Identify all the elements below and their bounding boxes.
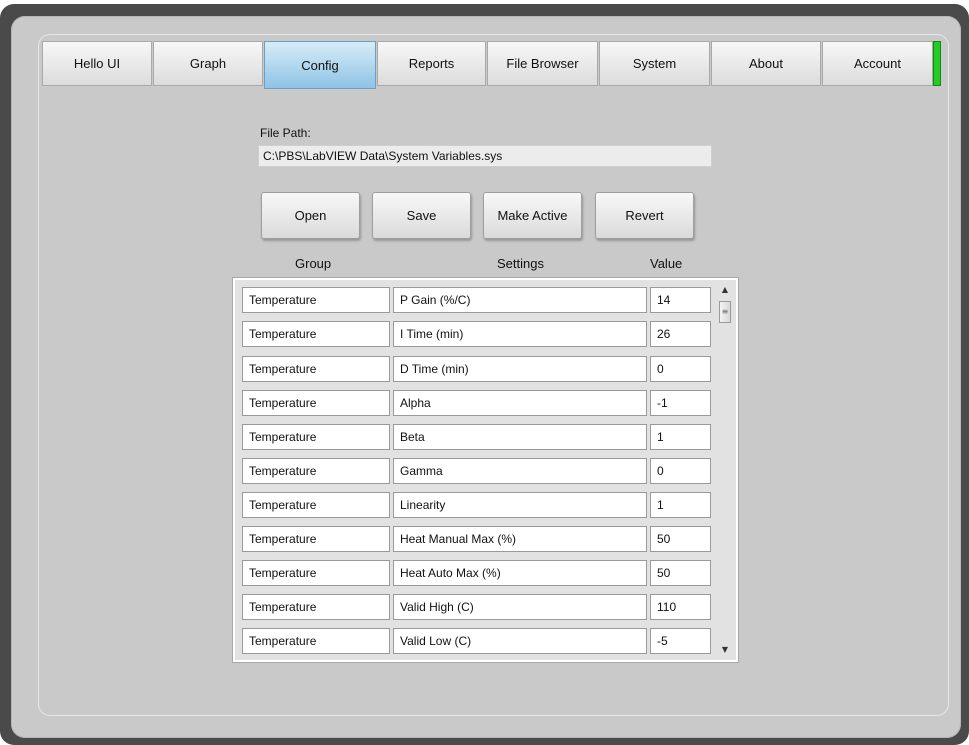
- revert-button[interactable]: Revert: [595, 192, 694, 239]
- value-cell[interactable]: 1: [650, 424, 711, 450]
- group-cell[interactable]: Temperature: [242, 628, 390, 654]
- file-path-field[interactable]: C:\PBS\LabVIEW Data\System Variables.sys: [258, 145, 712, 167]
- setting-cell[interactable]: Heat Auto Max (%): [393, 560, 647, 586]
- file-path-label: File Path:: [260, 126, 311, 140]
- tab-account[interactable]: Account: [822, 41, 933, 86]
- column-header-value: Value: [650, 256, 683, 271]
- value-cell[interactable]: 0: [650, 458, 711, 484]
- setting-cell[interactable]: Alpha: [393, 390, 647, 416]
- group-cell[interactable]: Temperature: [242, 424, 390, 450]
- value-cell[interactable]: -1: [650, 390, 711, 416]
- value-cell[interactable]: 110: [650, 594, 711, 620]
- table-row: Temperature Alpha -1: [242, 390, 711, 416]
- group-cell[interactable]: Temperature: [242, 287, 390, 313]
- save-button[interactable]: Save: [372, 192, 471, 239]
- value-cell[interactable]: 26: [650, 321, 711, 347]
- table-row: Temperature Valid Low (C) -5: [242, 628, 711, 654]
- table-row: Temperature Gamma 0: [242, 458, 711, 484]
- tab-file-browser[interactable]: File Browser: [487, 41, 598, 86]
- table-row: Temperature I Time (min) 26: [242, 321, 711, 347]
- value-cell[interactable]: 1: [650, 492, 711, 518]
- setting-cell[interactable]: Linearity: [393, 492, 647, 518]
- open-button[interactable]: Open: [261, 192, 360, 239]
- value-cell[interactable]: 50: [650, 526, 711, 552]
- setting-cell[interactable]: Beta: [393, 424, 647, 450]
- tab-config[interactable]: Config: [264, 41, 376, 89]
- group-cell[interactable]: Temperature: [242, 526, 390, 552]
- column-header-group: Group: [295, 256, 332, 271]
- make-active-button[interactable]: Make Active: [483, 192, 582, 239]
- table-row: Temperature Beta 1: [242, 424, 711, 450]
- setting-cell[interactable]: P Gain (%/C): [393, 287, 647, 313]
- table-row: Temperature Valid High (C) 110: [242, 594, 711, 620]
- setting-cell[interactable]: I Time (min): [393, 321, 647, 347]
- table-row: Temperature P Gain (%/C) 14: [242, 287, 711, 313]
- tab-about[interactable]: About: [711, 41, 821, 86]
- value-cell[interactable]: 0: [650, 356, 711, 382]
- table-row: Temperature Heat Manual Max (%) 50: [242, 526, 711, 552]
- table-row: Temperature Linearity 1: [242, 492, 711, 518]
- group-cell[interactable]: Temperature: [242, 390, 390, 416]
- setting-cell[interactable]: Valid Low (C): [393, 628, 647, 654]
- tab-reports[interactable]: Reports: [377, 41, 486, 86]
- scroll-thumb[interactable]: ≡: [719, 301, 731, 323]
- status-indicator: [933, 41, 941, 86]
- setting-cell[interactable]: Valid High (C): [393, 594, 647, 620]
- setting-cell[interactable]: Heat Manual Max (%): [393, 526, 647, 552]
- table-row: Temperature Heat Auto Max (%) 50: [242, 560, 711, 586]
- group-cell[interactable]: Temperature: [242, 492, 390, 518]
- scroll-down-arrow-icon[interactable]: ▼: [718, 644, 732, 656]
- group-cell[interactable]: Temperature: [242, 356, 390, 382]
- column-header-settings: Settings: [497, 256, 544, 271]
- group-cell[interactable]: Temperature: [242, 594, 390, 620]
- table-scrollbar[interactable]: ▲ ≡ ▼: [718, 284, 732, 656]
- tab-graph[interactable]: Graph: [153, 41, 263, 86]
- tab-system[interactable]: System: [599, 41, 710, 86]
- group-cell[interactable]: Temperature: [242, 321, 390, 347]
- group-cell[interactable]: Temperature: [242, 458, 390, 484]
- group-cell[interactable]: Temperature: [242, 560, 390, 586]
- setting-cell[interactable]: D Time (min): [393, 356, 647, 382]
- value-cell[interactable]: -5: [650, 628, 711, 654]
- value-cell[interactable]: 50: [650, 560, 711, 586]
- setting-cell[interactable]: Gamma: [393, 458, 647, 484]
- value-cell[interactable]: 14: [650, 287, 711, 313]
- scroll-up-arrow-icon[interactable]: ▲: [718, 284, 732, 296]
- table-row: Temperature D Time (min) 0: [242, 356, 711, 382]
- tab-hello-ui[interactable]: Hello UI: [42, 41, 152, 86]
- settings-table: Temperature P Gain (%/C) 14 Temperature …: [233, 278, 738, 662]
